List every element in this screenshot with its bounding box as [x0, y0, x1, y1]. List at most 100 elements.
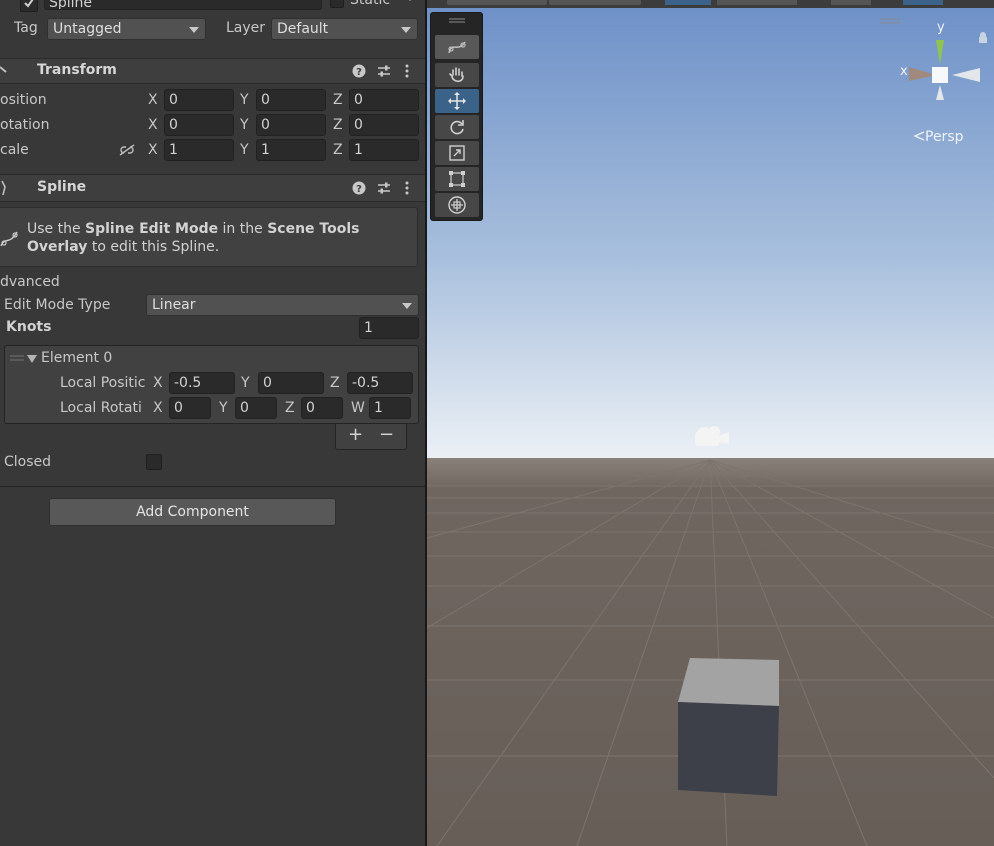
- help-icon[interactable]: ?: [352, 64, 366, 78]
- svg-text:?: ?: [356, 184, 362, 195]
- gizmo-x-label: x: [900, 64, 908, 79]
- closed-checkbox[interactable]: [146, 454, 162, 470]
- transform-header[interactable]: Transform ?: [0, 58, 425, 84]
- static-dropdown-icon[interactable]: [406, 0, 414, 1]
- active-toggle-checkbox[interactable]: [20, 0, 38, 12]
- scale-icon: [449, 145, 465, 161]
- scene-view[interactable]: y x Persp: [427, 0, 994, 846]
- tag-value: Untagged: [53, 21, 122, 37]
- cube-object[interactable]: [678, 658, 779, 796]
- scene-viewport[interactable]: [427, 8, 994, 846]
- lock-icon[interactable]: [979, 32, 987, 43]
- move-tool-button[interactable]: [435, 89, 479, 113]
- tag-label: Tag: [14, 20, 38, 36]
- gizmo-x-axis[interactable]: [909, 67, 936, 81]
- more-menu-icon[interactable]: [404, 181, 410, 195]
- axis-y-label: Y: [240, 142, 249, 158]
- info-text-bold: Scene Tools: [267, 221, 360, 237]
- axis-w-label: W: [351, 400, 365, 416]
- position-label: osition: [0, 92, 47, 108]
- info-text-bold: Spline Edit Mode: [85, 221, 219, 237]
- list-footer: + −: [335, 424, 407, 450]
- axis-y-label: Y: [241, 375, 250, 391]
- toolbar-button[interactable]: [665, 0, 711, 5]
- spline-header[interactable]: Spline ?: [0, 174, 425, 202]
- info-text-bold: Overlay: [27, 239, 88, 255]
- gizmo-center-cube[interactable]: [932, 67, 948, 83]
- info-text-part: to edit this Spline.: [87, 239, 220, 255]
- gizmo-drag-handle-icon[interactable]: [880, 18, 900, 24]
- object-name-field[interactable]: Spline: [44, 0, 322, 10]
- transform-tool-button[interactable]: [435, 193, 479, 217]
- local-position-x-field[interactable]: -0.5: [169, 372, 235, 394]
- static-checkbox[interactable]: [330, 0, 344, 8]
- axis-x-label: X: [153, 400, 163, 416]
- gizmo-y-axis[interactable]: [936, 40, 944, 65]
- advanced-foldout[interactable]: dvanced: [0, 274, 60, 290]
- rotation-z-field[interactable]: 0: [349, 114, 419, 136]
- chevron-down-icon: [402, 303, 412, 309]
- position-y-field[interactable]: 0: [256, 89, 326, 111]
- axis-z-label: Z: [333, 142, 343, 158]
- local-rotation-x-field[interactable]: 0: [169, 397, 211, 419]
- add-knot-button[interactable]: +: [348, 424, 363, 445]
- spline-info-text: Use the Spline Edit Mode in the Scene To…: [27, 220, 407, 256]
- closed-label: Closed: [4, 454, 52, 470]
- rotation-y-field[interactable]: 0: [256, 114, 326, 136]
- local-rotation-w-field[interactable]: 1: [369, 397, 411, 419]
- projection-toggle[interactable]: Persp: [913, 129, 964, 145]
- edit-mode-type-dropdown[interactable]: Linear: [146, 294, 419, 316]
- toolbar-button[interactable]: [903, 0, 943, 5]
- rect-transform-icon: [449, 171, 465, 187]
- scene-tools-overlay: [430, 12, 483, 221]
- tag-dropdown[interactable]: Untagged: [47, 18, 206, 40]
- local-rotation-z-field[interactable]: 0: [301, 397, 343, 419]
- svg-text:?: ?: [356, 67, 362, 78]
- scale-z-field[interactable]: 1: [349, 139, 419, 161]
- list-item[interactable]: Element 0 Local Positic X -0.5 Y 0 Z -0.…: [5, 346, 418, 423]
- rect-tool-button[interactable]: [435, 167, 479, 191]
- preset-icon[interactable]: [377, 64, 391, 78]
- axis-z-label: Z: [330, 375, 340, 391]
- drag-handle-icon[interactable]: [10, 355, 24, 363]
- local-position-z-field[interactable]: -0.5: [347, 372, 413, 394]
- inspector-panel: Spline Static Tag Untagged Layer Default…: [0, 0, 425, 846]
- toolbar-button[interactable]: [447, 0, 547, 5]
- gizmo-neg-y-axis[interactable]: [936, 85, 944, 100]
- scene-toolbar: [427, 0, 994, 8]
- axis-z-label: Z: [333, 117, 343, 133]
- move-icon: [448, 92, 466, 110]
- preset-icon[interactable]: [377, 181, 391, 195]
- transform-combined-icon: [448, 196, 466, 214]
- gizmo-y-label: y: [937, 20, 945, 35]
- knots-list: Element 0 Local Positic X -0.5 Y 0 Z -0.…: [4, 345, 419, 424]
- constrain-proportions-icon[interactable]: [118, 143, 136, 157]
- rotate-icon: [450, 120, 464, 135]
- knots-count-field[interactable]: 1: [359, 317, 419, 339]
- spline-edit-tool-button[interactable]: [435, 35, 479, 59]
- scale-y-field[interactable]: 1: [256, 139, 326, 161]
- position-z-field[interactable]: 0: [349, 89, 419, 111]
- rotate-tool-button[interactable]: [435, 115, 479, 139]
- local-position-y-field[interactable]: 0: [258, 372, 324, 394]
- gizmo-neg-x-axis[interactable]: [952, 68, 980, 82]
- toolbar-button[interactable]: [717, 0, 797, 5]
- info-text-part: in the: [218, 221, 268, 237]
- scale-tool-button[interactable]: [435, 141, 479, 165]
- axis-z-label: Z: [285, 400, 295, 416]
- more-menu-icon[interactable]: [404, 64, 410, 78]
- local-rotation-y-field[interactable]: 0: [235, 397, 277, 419]
- scale-x-field[interactable]: 1: [164, 139, 234, 161]
- toolbar-button[interactable]: [831, 0, 871, 5]
- chevron-down-icon: [401, 27, 411, 33]
- rotation-x-field[interactable]: 0: [164, 114, 234, 136]
- help-icon[interactable]: ?: [352, 181, 366, 195]
- toolbar-button[interactable]: [549, 0, 641, 5]
- foldout-arrow-icon[interactable]: [27, 355, 37, 364]
- remove-knot-button[interactable]: −: [379, 424, 394, 445]
- position-x-field[interactable]: 0: [164, 89, 234, 111]
- overlay-drag-handle-icon[interactable]: [449, 18, 465, 24]
- layer-dropdown[interactable]: Default: [271, 18, 418, 40]
- add-component-button[interactable]: Add Component: [49, 498, 336, 526]
- hand-tool-button[interactable]: [435, 63, 479, 87]
